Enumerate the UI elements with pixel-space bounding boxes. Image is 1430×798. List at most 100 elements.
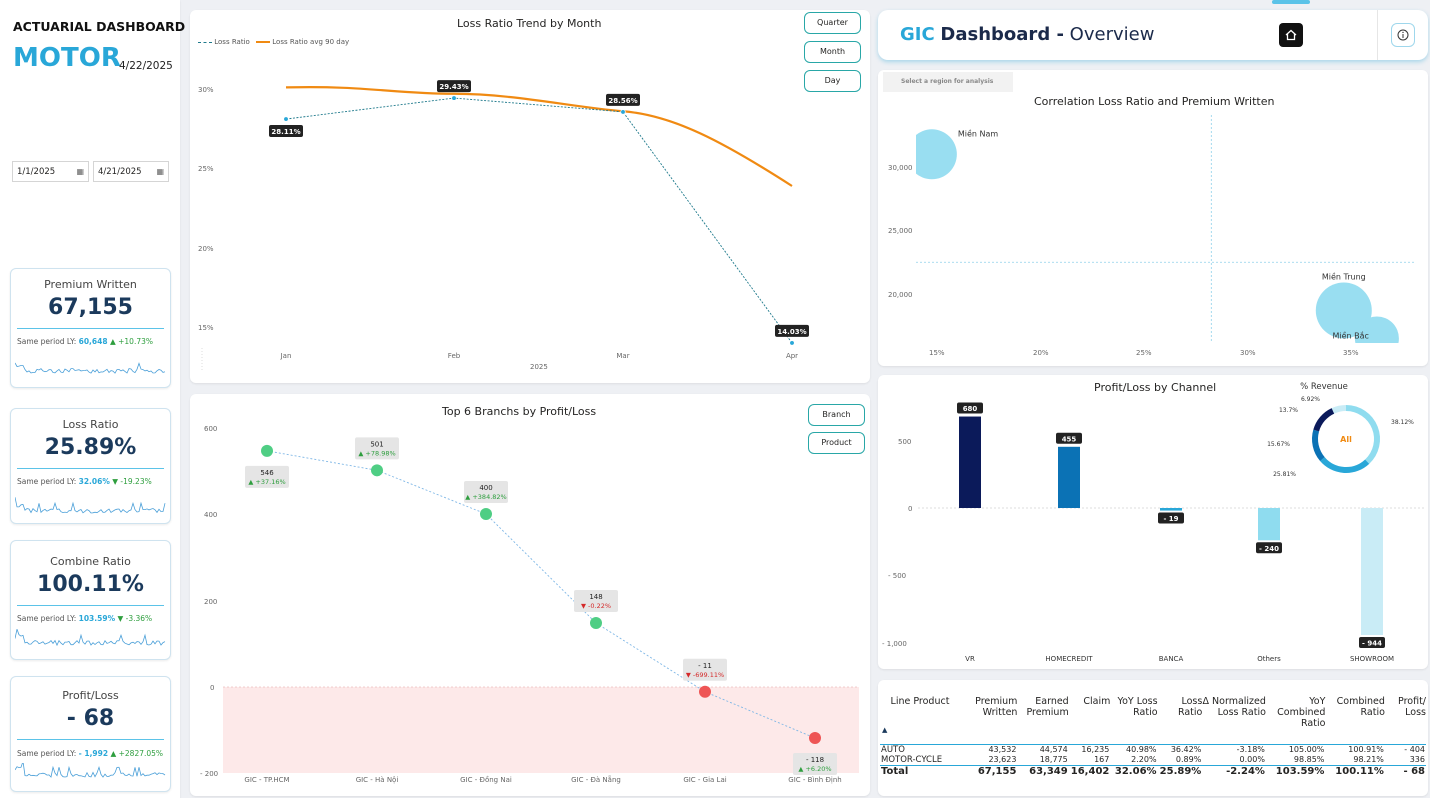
col-yoy-loss-ratio[interactable]: YoY Loss Ratio xyxy=(1110,696,1158,744)
table-cell: 0.89% xyxy=(1175,755,1202,764)
x-tick: GIC - Hà Nội xyxy=(356,776,399,784)
end-date-input[interactable]: 4/21/2025 ▦ xyxy=(93,161,169,182)
channel-chart: 500 0 - 500 - 1,000 % Revenue 13.7% 15.67… xyxy=(882,382,1424,663)
sort-icon[interactable]: ▲ xyxy=(882,726,887,734)
kpi-sparkline xyxy=(15,629,166,647)
start-date-input[interactable]: 1/1/2025 ▦ xyxy=(12,161,89,182)
y-tick: 30,000 xyxy=(888,164,913,172)
y-tick: 25% xyxy=(198,165,214,173)
col-line-product[interactable]: Line Product ▲ xyxy=(880,696,960,744)
y-tick: 0 xyxy=(908,505,912,513)
kpi-sparkline xyxy=(15,362,166,374)
table-cell: -3.18% xyxy=(1236,745,1265,754)
branch-panel: Top 6 Branchs by Profit/Loss Branch Prod… xyxy=(190,394,870,796)
y-tick: 25,000 xyxy=(888,227,913,235)
y-tick: 15% xyxy=(198,324,214,332)
donut-slice xyxy=(1320,457,1370,473)
col-profit-loss[interactable]: Profit/ Loss xyxy=(1385,696,1426,744)
ly-value: - 1,992 xyxy=(78,749,109,758)
table-cell: 25.89% xyxy=(1159,765,1202,777)
table-cell: 16,235 xyxy=(1081,745,1110,754)
col-earned-premium[interactable]: Earned Premium xyxy=(1017,696,1068,744)
kpi-value: 25.89% xyxy=(44,435,137,460)
col-claim[interactable]: Claim xyxy=(1069,696,1110,744)
donut-slice xyxy=(1313,408,1335,432)
x-tick: GIC - Đồng Nai xyxy=(460,776,512,784)
y-tick: - 500 xyxy=(888,572,906,580)
table-header-row: Line Product ▲ Premium Written Earned Pre… xyxy=(880,696,1426,744)
kpi-card-loss-ratio: Loss Ratio 25.89% Same period LY: 32.06%… xyxy=(10,408,171,524)
table-cell: 98.21% xyxy=(1353,755,1384,764)
donut-label: 38.12% xyxy=(1391,419,1414,426)
x-tick: 25% xyxy=(1136,349,1152,357)
x-tick: 30% xyxy=(1240,349,1256,357)
col-combined-ratio[interactable]: Combined Ratio xyxy=(1325,696,1385,744)
table-cell: 2.20% xyxy=(1131,755,1157,764)
kpi-ly-text: Same period LY: 103.59% ▼ -3.36% xyxy=(17,614,152,623)
table-header: Line Product ▲ Premium Written Earned Pre… xyxy=(880,696,1426,744)
data-point xyxy=(789,340,795,346)
data-label: 501 xyxy=(370,440,383,448)
home-button[interactable] xyxy=(1279,23,1303,47)
channel-panel: Profit/Loss by Channel 500 0 - 500 - 1,0… xyxy=(878,375,1428,669)
info-button[interactable] xyxy=(1391,23,1415,47)
table-cell: 23,623 xyxy=(988,755,1017,764)
ly-label: Same period LY: xyxy=(17,614,77,623)
col-yoy-combined-ratio[interactable]: YoY Combined Ratio xyxy=(1266,696,1325,744)
end-date-value: 4/21/2025 xyxy=(98,167,142,177)
kpi-divider xyxy=(17,605,164,606)
table-cell: 103.59% xyxy=(1275,765,1325,777)
x-tick: 35% xyxy=(1343,349,1359,357)
x-tick: Apr xyxy=(786,352,798,360)
gic-dashboard: Dashboard - xyxy=(940,24,1064,45)
report-date: 4/22/2025 xyxy=(119,60,173,72)
gic-brand: GIC xyxy=(900,24,935,45)
y-tick: 400 xyxy=(204,511,217,519)
y-tick: 600 xyxy=(204,425,217,433)
data-point xyxy=(590,616,602,629)
table-body: AUTO 43,532 44,574 16,235 40.98% 36.42% -3.18%… xyxy=(880,744,1426,777)
y-tick: 200 xyxy=(204,598,217,606)
channel-bar xyxy=(1258,508,1280,541)
donut-title: % Revenue xyxy=(1300,382,1348,392)
table-cell: 0.00% xyxy=(1239,755,1265,764)
change-label: ▲ +78.98% xyxy=(358,449,395,457)
data-label: - 944 xyxy=(1362,639,1382,647)
region-bubble xyxy=(916,129,957,180)
kpi-ly-text: Same period LY: - 1,992 ▲ +2827.05% xyxy=(17,749,163,758)
total-row: Total 67,155 63,349 16,402 32.06% 25.89% -2.24… xyxy=(880,765,1426,777)
data-point xyxy=(809,732,821,745)
kpi-divider xyxy=(17,468,164,469)
dashboard-title: ACTUARIAL DASHBOARD xyxy=(13,19,186,34)
data-label: - 118 xyxy=(806,756,824,764)
data-point xyxy=(451,95,457,101)
y-tick: 20,000 xyxy=(888,291,913,299)
channel-bar xyxy=(1160,508,1182,511)
ly-label: Same period LY: xyxy=(17,749,77,758)
data-label: 680 xyxy=(963,405,978,413)
page-indicator xyxy=(1272,0,1310,4)
home-icon xyxy=(1285,29,1297,41)
x-tick: Jan xyxy=(280,352,292,360)
table-cell: AUTO xyxy=(881,744,905,755)
x-tick: 20% xyxy=(1033,349,1049,357)
col-loss-ratio[interactable]: Loss Ratio xyxy=(1158,696,1202,744)
line-product-table: Line Product ▲ Premium Written Earned Pre… xyxy=(880,696,1426,777)
y-tick: 0 xyxy=(210,684,214,692)
kpi-card-combine-ratio: Combine Ratio 100.11% Same period LY: 10… xyxy=(10,540,171,660)
data-label: 400 xyxy=(479,484,492,492)
scatter-panel: Select a region for analysis Correlation… xyxy=(878,70,1428,366)
channel-bar xyxy=(959,416,981,508)
col-premium-written[interactable]: Premium Written xyxy=(960,696,1017,744)
col-normalized-loss-ratio[interactable]: Δ Normalized Loss Ratio xyxy=(1202,696,1266,744)
data-point xyxy=(620,109,626,115)
ly-label: Same period LY: xyxy=(17,477,77,486)
data-point xyxy=(261,444,273,457)
kpi-title: Loss Ratio xyxy=(62,418,119,431)
loss-ratio-line xyxy=(285,97,793,344)
calendar-icon[interactable]: ▦ xyxy=(156,162,164,182)
change-value: ▼ -3.36% xyxy=(117,614,153,623)
x-axis-label: 2025 xyxy=(530,363,548,371)
calendar-icon[interactable]: ▦ xyxy=(76,162,84,182)
table-cell: Total xyxy=(881,765,909,777)
